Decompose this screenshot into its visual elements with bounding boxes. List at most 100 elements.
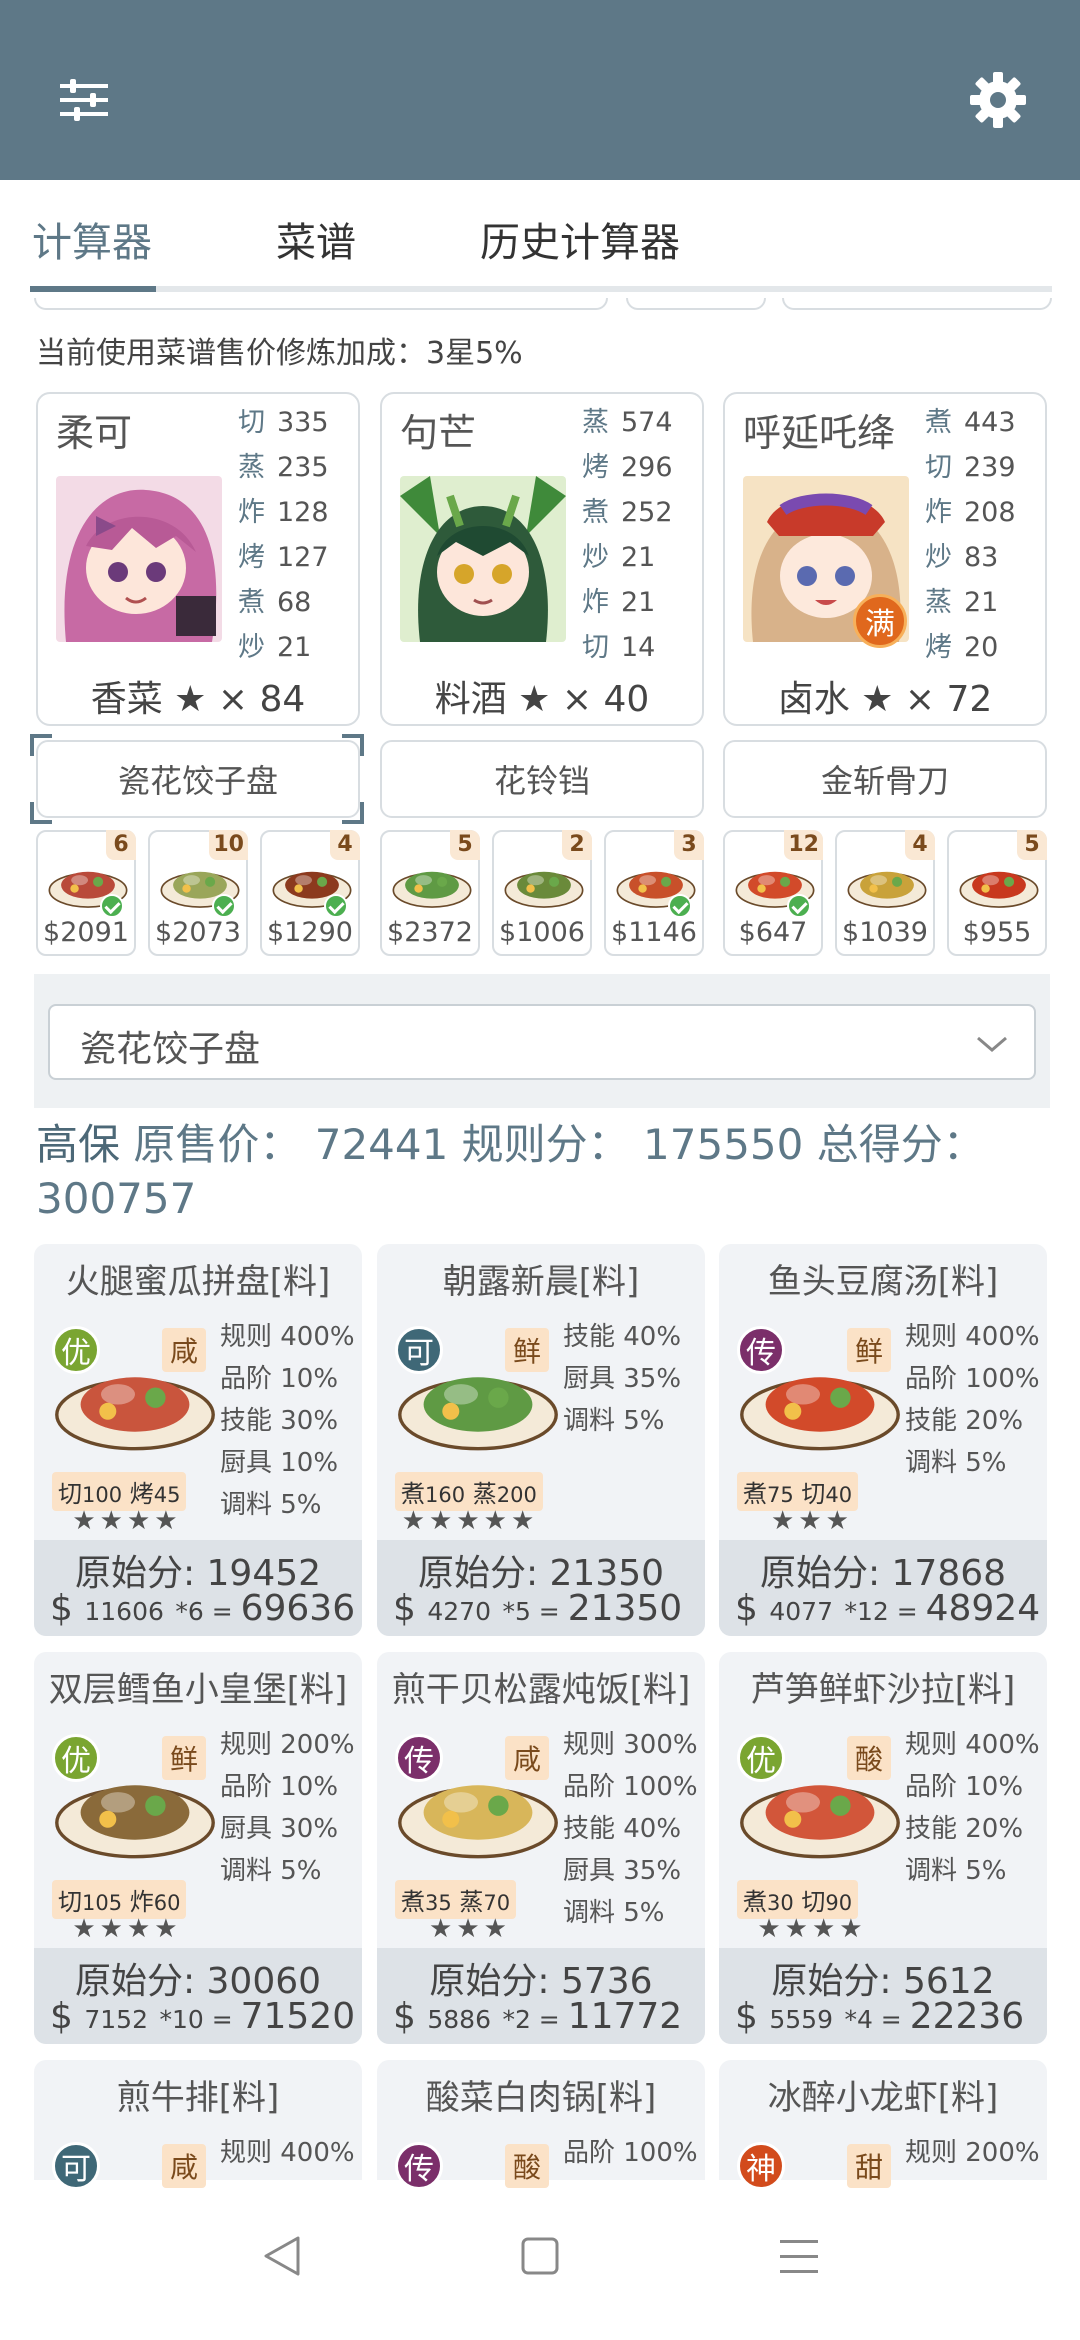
grade-badge: 传 xyxy=(737,1326,785,1374)
req-value: 70 xyxy=(483,1891,511,1915)
dish-card[interactable]: 煎干贝松露炖饭[料] 传 咸煮35 蒸70 ★★★ 规则 300% 品阶 100% 技能 4… xyxy=(377,1652,705,2044)
bonus-line: 调料 5% xyxy=(563,1406,665,1436)
dish-card[interactable]: 鱼头豆腐汤[料] 传 鲜煮75 切40 ★★★ 规则 400% 品阶 100% 技能 20%… xyxy=(719,1244,1047,1636)
home-icon[interactable] xyxy=(520,2234,560,2282)
tab-bar: 计算器 菜谱 历史计算器 xyxy=(0,180,1080,292)
skill-type: 烤 xyxy=(238,542,265,573)
price-calc: $ 7152 *10 = 71520 xyxy=(50,1996,355,2037)
calc-multiplier: *6 xyxy=(175,1597,204,1626)
stock-count-badge: 4 xyxy=(330,830,360,860)
dollar-icon: $ xyxy=(735,1588,770,1629)
dish-title: 火腿蜜瓜拼盘[料] xyxy=(65,1262,331,1302)
bonus-line: 规则 200% xyxy=(220,1730,355,1760)
req-skill: 切 xyxy=(801,1888,826,1916)
flavor-badge: 鲜 xyxy=(162,1736,206,1780)
skill-type: 炒 xyxy=(925,542,952,573)
dish-stars: ★★★★ xyxy=(757,1914,867,1944)
calc-total: 71520 xyxy=(240,1996,356,2037)
chef-name: 呼延吒绛 xyxy=(743,411,896,455)
flavor-badge: 鲜 xyxy=(505,1328,549,1372)
req-skill: 煮 xyxy=(743,1480,767,1508)
dish-stock-item[interactable]: 2 $1006 xyxy=(492,830,592,956)
flavor-badge: 酸 xyxy=(505,2144,549,2188)
bonus-line: 品阶 100% xyxy=(563,2138,698,2168)
chef-card[interactable]: 柔可 切 335 蒸 235 炸 128 烤 127 煮 68 炒 21 香菜 ★ × 84 xyxy=(36,392,360,726)
dish-card[interactable]: 火腿蜜瓜拼盘[料] 优 咸切100 烤45 ★★★★ 规则 400% 品阶 10% 技能 3… xyxy=(34,1244,362,1636)
calc-total: 48924 xyxy=(925,1588,1041,1629)
skill-row: 蒸 574 xyxy=(582,400,702,445)
skill-value: 21 xyxy=(964,587,999,618)
tab-recipes[interactable]: 菜谱 xyxy=(276,210,356,268)
skill-type: 煮 xyxy=(582,497,609,528)
dish-stars: ★★★★ xyxy=(72,1914,182,1944)
equals-sign: = xyxy=(530,2005,568,2034)
skill-type: 切 xyxy=(925,452,952,483)
dish-score-panel: 原始分: 5612 $ 5559 *4 = 22236 xyxy=(719,1948,1047,2044)
stock-price: $2091 xyxy=(43,917,129,948)
check-icon xyxy=(668,894,692,918)
equipment-slot[interactable]: 花铃铛 xyxy=(380,740,704,818)
skill-type: 烤 xyxy=(925,632,952,663)
scrolled-panel-edge xyxy=(626,298,766,310)
check-icon xyxy=(324,894,348,918)
chef-card[interactable]: 句芒 蒸 574 烤 296 煮 252 炒 21 炸 21 切 14 料酒 ★ × 40 xyxy=(380,392,704,726)
equipment-slot-selected[interactable]: 瓷花饺子盘 xyxy=(36,740,360,818)
gear-icon[interactable] xyxy=(958,60,1038,140)
dish-stock-item[interactable]: 5 $955 xyxy=(947,830,1047,956)
dish-stock-item[interactable]: 12 $647 xyxy=(723,830,823,956)
skill-value: 296 xyxy=(621,452,673,483)
req-value: 45 xyxy=(153,1483,181,1507)
check-icon xyxy=(100,894,124,918)
req-value: 40 xyxy=(825,1483,853,1507)
dish-stock-item[interactable]: 3 $1146 xyxy=(604,830,704,956)
dish-bonus-list: 规则 400% 品阶 100% 技能 20% 调料 5% xyxy=(905,1316,1040,1484)
req-skill: 蒸 xyxy=(472,1480,497,1508)
skill-value: 239 xyxy=(964,452,1016,483)
dish-card[interactable]: 芦笋鲜虾沙拉[料] 优 酸煮30 切90 ★★★★ 规则 400% 品阶 10% 技能 20… xyxy=(719,1652,1047,2044)
skill-type: 烤 xyxy=(582,452,609,483)
skill-row: 炒 83 xyxy=(925,535,1045,580)
calc-multiplier: *12 xyxy=(844,1597,889,1626)
tab-calculator[interactable]: 计算器 xyxy=(32,210,152,268)
bonus-line: 技能 20% xyxy=(905,1406,1024,1436)
calc-price: 5886 xyxy=(427,2005,491,2034)
equipment-dropdown[interactable]: 瓷花饺子盘 xyxy=(48,1004,1036,1080)
chef-card[interactable]: 呼延吒绛 满 煮 443 切 239 炸 208 炒 83 蒸 21 烤 20 卤水 ★ ×… xyxy=(723,392,1047,726)
stock-count-badge: 4 xyxy=(905,830,935,860)
check-icon xyxy=(787,894,811,918)
selection-corner xyxy=(30,802,52,824)
skill-row: 烤 296 xyxy=(582,445,702,490)
selection-corner xyxy=(30,734,52,756)
tab-indicator xyxy=(30,286,1052,292)
dish-bonus-list: 规则 400% xyxy=(220,2132,355,2174)
menu-icon[interactable] xyxy=(778,2234,820,2282)
dish-stock-item[interactable]: 5 $2372 xyxy=(380,830,480,956)
dish-card[interactable]: 朝露新晨[料] 可 鲜煮160 蒸200 ★★★★★ 技能 40% 厨具 35% 调料 5%… xyxy=(377,1244,705,1636)
grade-badge: 传 xyxy=(395,2142,443,2190)
chef-name: 句芒 xyxy=(400,411,477,455)
req-skill: 烤 xyxy=(129,1480,154,1508)
calc-multiplier: *4 xyxy=(844,2005,873,2034)
equipment-slot[interactable]: 金斩骨刀 xyxy=(723,740,1047,818)
dish-stock-item[interactable]: 6 $2091 xyxy=(36,830,136,956)
tab-history-calculator[interactable]: 历史计算器 xyxy=(480,210,680,268)
req-skill: 煮 xyxy=(401,1888,425,1916)
dish-card[interactable]: 双层鳕鱼小皇堡[料] 优 鲜切105 炸60 ★★★★ 规则 200% 品阶 10% 厨具 … xyxy=(34,1652,362,2044)
flavor-badge: 鲜 xyxy=(847,1328,891,1372)
sliders-icon[interactable] xyxy=(44,60,124,140)
stock-price: $1290 xyxy=(267,917,353,948)
dish-stock-item[interactable]: 4 $1039 xyxy=(835,830,935,956)
bonus-line: 技能 40% xyxy=(563,1322,682,1352)
bonus-line: 调料 5% xyxy=(220,1856,322,1886)
dish-stock-item[interactable]: 10 $2073 xyxy=(148,830,248,956)
calc-price: 7152 xyxy=(84,2005,148,2034)
back-icon[interactable] xyxy=(260,2234,304,2282)
dish-stock-item[interactable]: 4 $1290 xyxy=(260,830,360,956)
recipe-price-bonus-text: 当前使用菜谱售价修炼加成：3星5% xyxy=(36,336,523,371)
grade-badge: 传 xyxy=(395,1734,443,1782)
skill-row: 蒸 235 xyxy=(238,445,358,490)
chef-skills: 蒸 574 烤 296 煮 252 炒 21 炸 21 切 14 xyxy=(582,400,702,670)
dish-bonus-list: 品阶 100% xyxy=(563,2132,698,2174)
app-root: { "tabs": ["计算器", "菜谱", "历史计算器"], "bonus… xyxy=(0,0,1080,2340)
bonus-line: 品阶 100% xyxy=(905,1364,1040,1394)
